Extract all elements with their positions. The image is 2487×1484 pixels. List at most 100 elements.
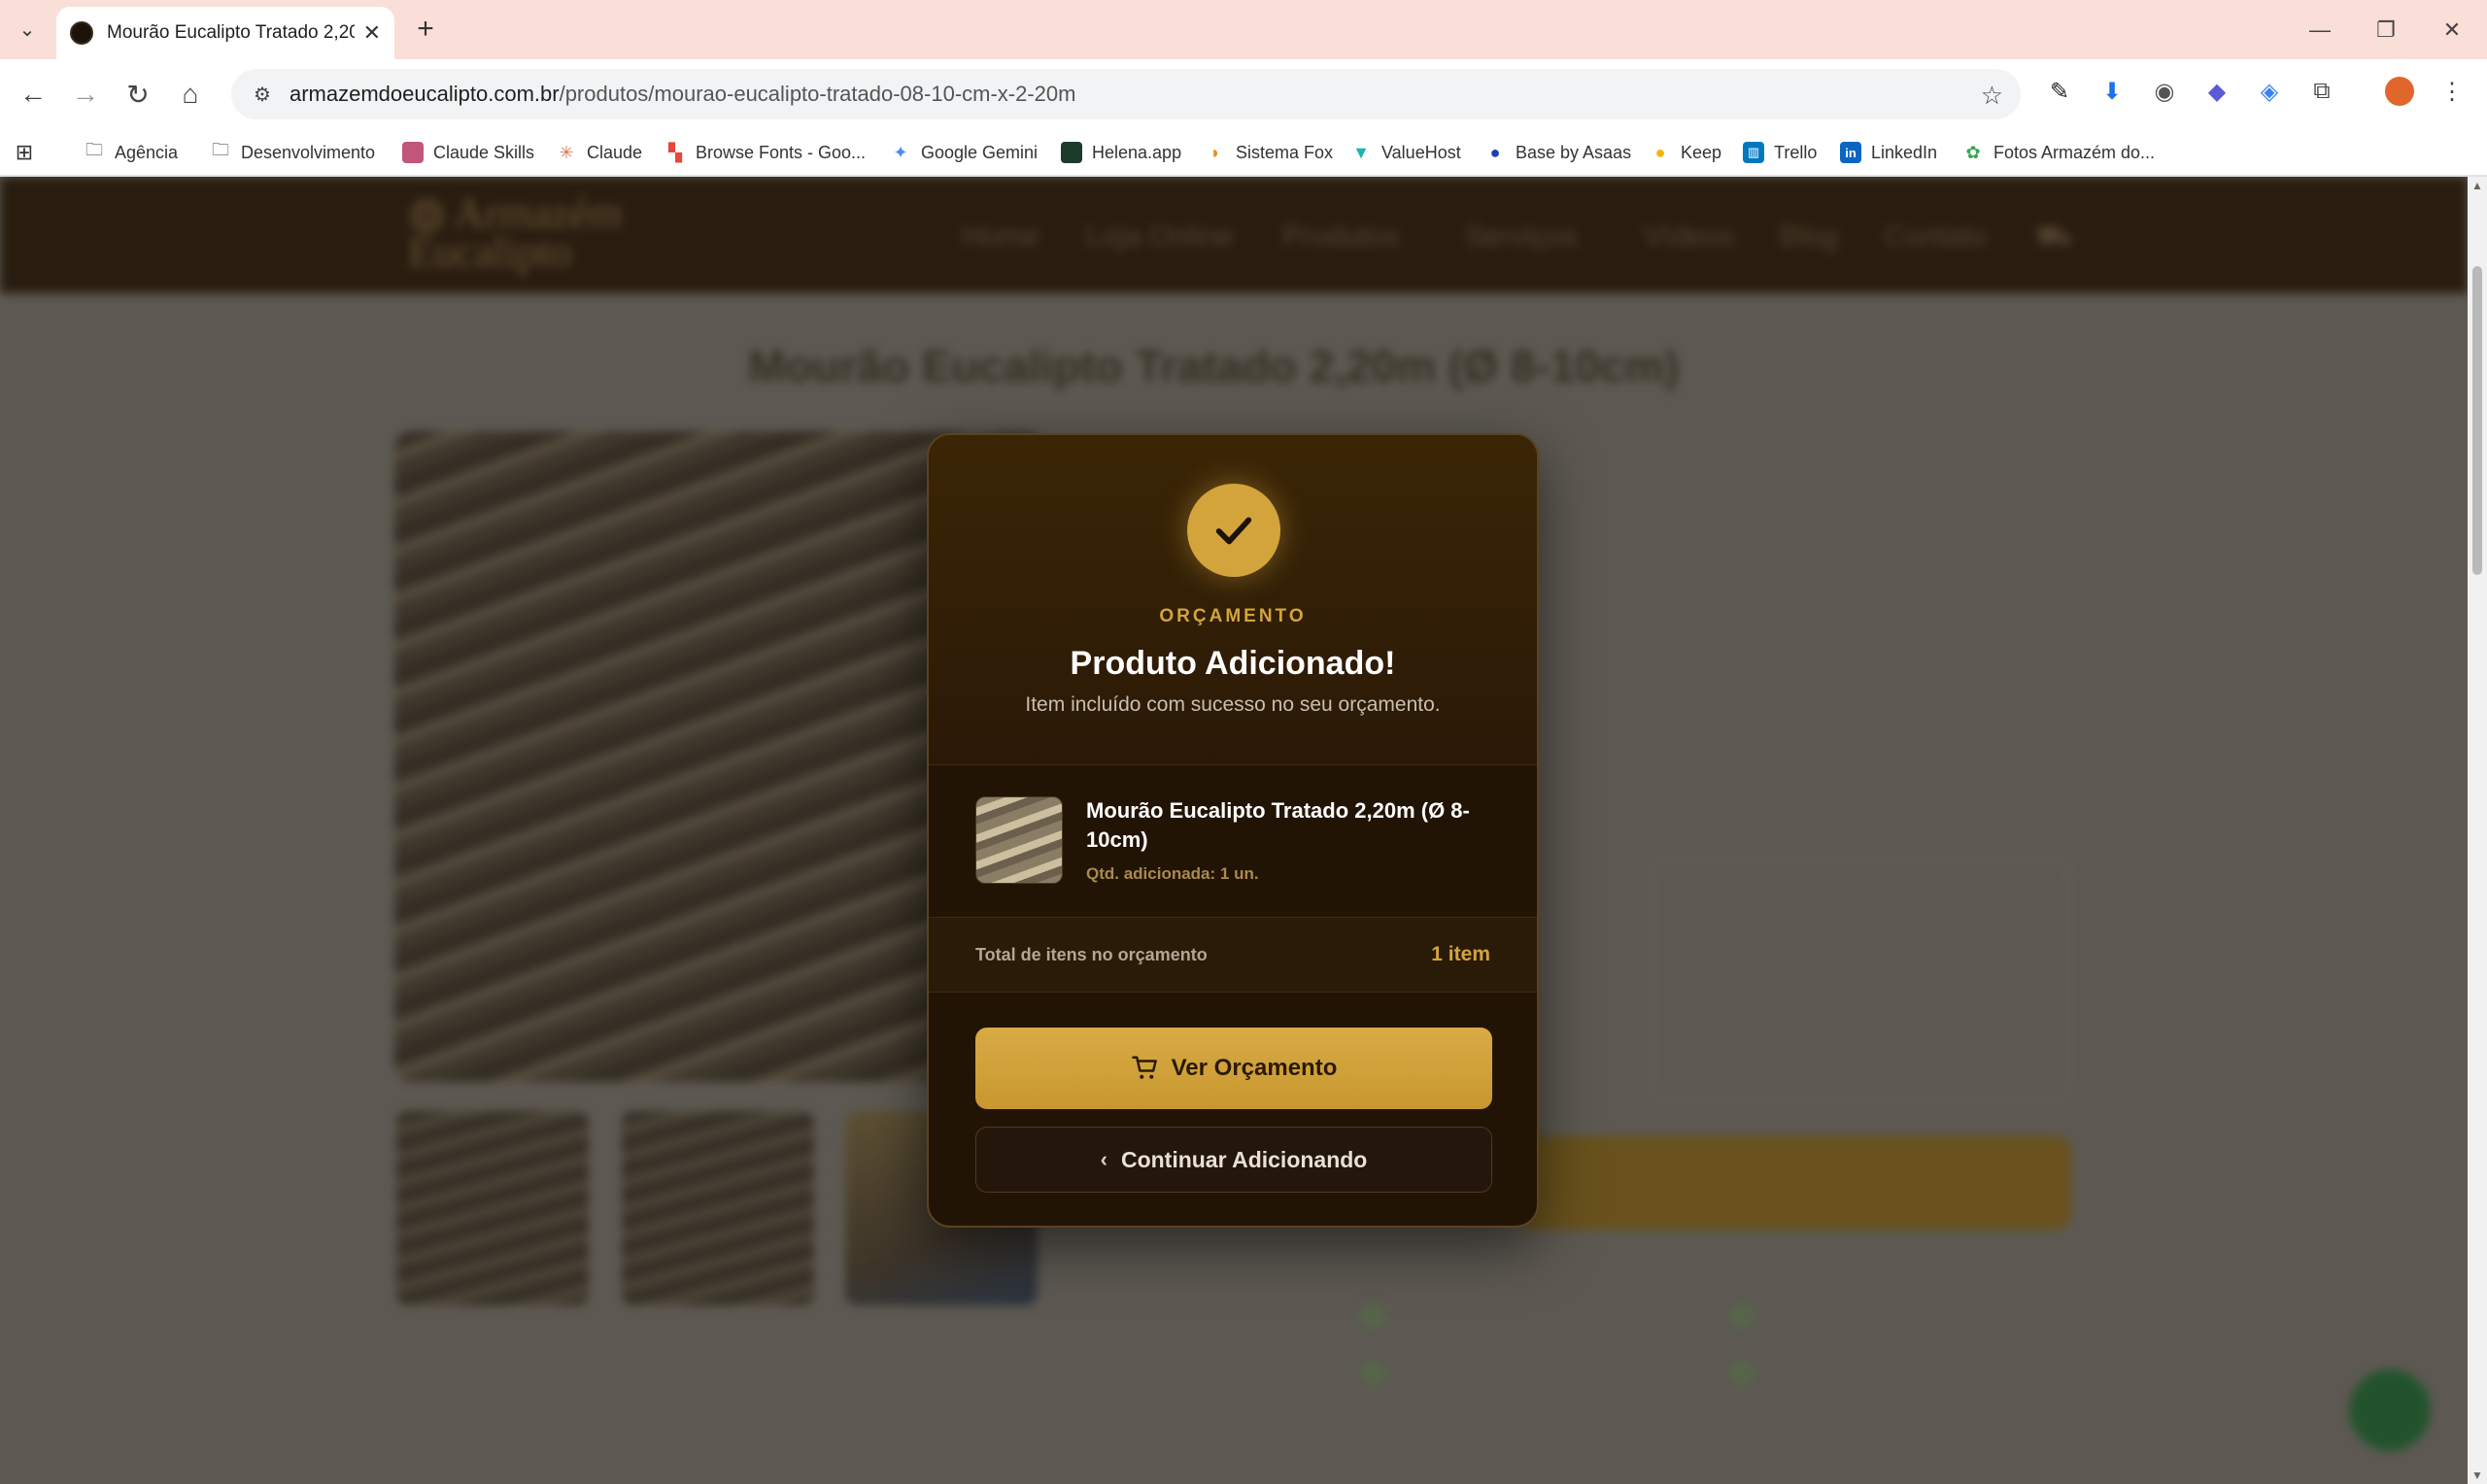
bookmark-star-icon[interactable]: ☆ bbox=[1981, 81, 2003, 111]
added-product: Mourão Eucalipto Tratado 2,20m (Ø 8-10cm… bbox=[975, 796, 1500, 890]
product-quantity: Qtd. adicionada: 1 un. bbox=[1086, 864, 1259, 883]
scroll-down-icon[interactable]: ▼ bbox=[2471, 1468, 2483, 1482]
bookmark-label: Trello bbox=[1774, 142, 1818, 162]
bookmark-item[interactable]: ● Keep bbox=[1650, 137, 1721, 168]
product-thumbnail-image bbox=[975, 796, 1063, 884]
modal-subtitle: Item incluído com sucesso no seu orçamen… bbox=[1025, 693, 1441, 716]
bookmark-item[interactable]: ▼ ValueHost bbox=[1350, 137, 1461, 168]
modal-header: ORÇAMENTO Produto Adicionado! Item inclu… bbox=[929, 435, 1537, 765]
gemini-icon: ✦ bbox=[893, 142, 908, 162]
bookmark-label: Sistema Fox bbox=[1236, 142, 1334, 162]
download-icon[interactable]: ⬇ bbox=[2095, 74, 2129, 109]
total-value: 1 item bbox=[1431, 943, 1490, 965]
view-quote-label: Ver Orçamento bbox=[1171, 1055, 1338, 1081]
bookmark-label: ValueHost bbox=[1381, 142, 1461, 162]
url-text: armazemdoeucalipto.com.br/produtos/moura… bbox=[290, 82, 1075, 107]
bookmark-label: Keep bbox=[1681, 142, 1722, 162]
bookmark-item[interactable]: ✿ Fotos Armazém do... bbox=[1962, 137, 2155, 168]
asaas-icon: ● bbox=[1489, 142, 1501, 162]
bookmark-label: Base by Asaas bbox=[1516, 142, 1632, 162]
tab-strip: ⌄ Mourão Eucalipto Tratado 2,20m ✕ + — ❐… bbox=[0, 0, 2487, 59]
added-to-quote-modal: ORÇAMENTO Produto Adicionado! Item inclu… bbox=[927, 433, 1539, 1228]
valuehost-icon: ▼ bbox=[1352, 142, 1370, 162]
bookmark-item[interactable]: 🗀 Agência bbox=[84, 137, 178, 168]
eyedropper-extension-icon[interactable]: ✎ bbox=[2042, 74, 2077, 109]
tab-title: Mourão Eucalipto Tratado 2,20m bbox=[107, 22, 355, 43]
bookmark-item[interactable]: ● Base by Asaas bbox=[1484, 137, 1632, 168]
bookmark-label: Google Gemini bbox=[921, 142, 1039, 162]
url-path: /produtos/mourao-eucalipto-tratado-08-10… bbox=[559, 82, 1076, 106]
cart-icon bbox=[1131, 1056, 1157, 1079]
fox-icon: ◗ bbox=[1209, 142, 1221, 162]
arrow-right-icon: → bbox=[72, 79, 99, 109]
restore-button[interactable]: ❐ bbox=[2353, 0, 2419, 59]
quote-total-row: Total de itens no orçamento 1 item bbox=[929, 917, 1537, 993]
profile-avatar[interactable] bbox=[2382, 74, 2417, 109]
bookmark-item[interactable]: in LinkedIn bbox=[1840, 137, 1937, 168]
bookmark-label: LinkedIn bbox=[1871, 142, 1938, 162]
continue-adding-button[interactable]: ‹ Continuar Adicionando bbox=[975, 1127, 1492, 1193]
reload-button[interactable]: ↻ bbox=[117, 73, 159, 116]
chevron-left-icon: ‹ bbox=[1100, 1147, 1107, 1171]
d-extension-icon[interactable]: ◆ bbox=[2199, 74, 2234, 109]
scrollbar-thumb[interactable] bbox=[2472, 266, 2482, 575]
address-bar[interactable]: ⚙ armazemdoeucalipto.com.br/produtos/mou… bbox=[231, 69, 2021, 119]
site-info-icon[interactable]: ⚙ bbox=[243, 83, 282, 107]
tag-extension-icon[interactable]: ◈ bbox=[2252, 74, 2287, 109]
home-button[interactable]: ⌂ bbox=[169, 73, 212, 116]
claude-icon: ✳ bbox=[559, 142, 574, 162]
bookmark-label: Claude bbox=[587, 142, 643, 162]
claude-skills-icon bbox=[402, 142, 424, 163]
folder-icon: 🗀 bbox=[85, 140, 103, 159]
bookmark-item[interactable]: Helena.app bbox=[1061, 137, 1181, 168]
product-name: Mourão Eucalipto Tratado 2,20m (Ø 8-10cm… bbox=[1086, 798, 1470, 852]
tab-search-button[interactable]: ⌄ bbox=[10, 12, 45, 47]
bookmark-item[interactable]: Claude Skills bbox=[402, 137, 534, 168]
bookmark-label: Browse Fonts - Goo... bbox=[696, 142, 867, 162]
bookmark-item[interactable]: ▥ Trello bbox=[1743, 137, 1817, 168]
trello-icon: ▥ bbox=[1743, 142, 1764, 163]
bookmark-label: Claude Skills bbox=[433, 142, 535, 162]
total-label: Total de itens no orçamento bbox=[975, 945, 1208, 964]
keep-icon: ● bbox=[1654, 142, 1666, 162]
bookmarks-bar: ⊞ 🗀 Agência 🗀 Desenvolvimento Claude Skill… bbox=[0, 129, 2487, 176]
continue-adding-label: Continuar Adicionando bbox=[1120, 1146, 1368, 1172]
bookmark-label: Agência bbox=[115, 142, 179, 162]
page-scrollbar[interactable]: ▲ ▼ bbox=[2468, 177, 2487, 1484]
close-tab-icon[interactable]: ✕ bbox=[363, 20, 381, 46]
bookmark-label: Fotos Armazém do... bbox=[1993, 142, 2156, 162]
site-favicon-icon bbox=[70, 21, 93, 45]
helena-icon bbox=[1061, 142, 1082, 163]
url-host: armazemdoeucalipto.com.br bbox=[290, 82, 560, 106]
reload-icon: ↻ bbox=[126, 79, 150, 110]
modal-eyebrow: ORÇAMENTO bbox=[1159, 606, 1307, 626]
menu-kebab-icon[interactable]: ⋮ bbox=[2435, 74, 2470, 109]
bookmark-item[interactable]: ✳ Claude bbox=[556, 137, 642, 168]
scroll-up-icon[interactable]: ▲ bbox=[2471, 179, 2483, 192]
google-photos-icon: ✿ bbox=[1965, 142, 1981, 162]
new-tab-button[interactable]: + bbox=[408, 12, 443, 47]
forward-button[interactable]: → bbox=[64, 73, 107, 116]
bookmark-item[interactable]: ▚ Browse Fonts - Goo... bbox=[664, 137, 866, 168]
camera-extension-icon[interactable]: ◉ bbox=[2147, 74, 2182, 109]
bookmark-item[interactable]: ◗ Sistema Fox bbox=[1205, 137, 1333, 168]
bookmark-label: Helena.app bbox=[1092, 142, 1182, 162]
view-quote-button[interactable]: Ver Orçamento bbox=[975, 1028, 1492, 1109]
apps-grid-icon[interactable]: ⊞ bbox=[14, 137, 45, 168]
home-icon: ⌂ bbox=[182, 79, 199, 109]
chevron-down-icon: ⌄ bbox=[18, 18, 36, 41]
linkedin-icon: in bbox=[1840, 142, 1861, 163]
back-button[interactable]: ← bbox=[12, 73, 54, 116]
modal-title: Produto Adicionado! bbox=[1070, 645, 1396, 682]
bookmark-item[interactable]: 🗀 Desenvolvimento bbox=[210, 137, 375, 168]
extensions-puzzle-icon[interactable]: ⧉ bbox=[2304, 74, 2339, 109]
active-tab[interactable]: Mourão Eucalipto Tratado 2,20m ✕ bbox=[56, 7, 394, 59]
close-window-button[interactable]: ✕ bbox=[2419, 0, 2485, 59]
folder-icon: 🗀 bbox=[212, 140, 229, 159]
bookmark-item[interactable]: ✦ Google Gemini bbox=[890, 137, 1038, 168]
plus-icon: + bbox=[417, 13, 434, 45]
google-fonts-icon: ▚ bbox=[668, 142, 682, 162]
bookmark-label: Desenvolvimento bbox=[241, 142, 376, 162]
success-check-icon bbox=[1187, 484, 1280, 577]
minimize-button[interactable]: — bbox=[2287, 0, 2353, 59]
